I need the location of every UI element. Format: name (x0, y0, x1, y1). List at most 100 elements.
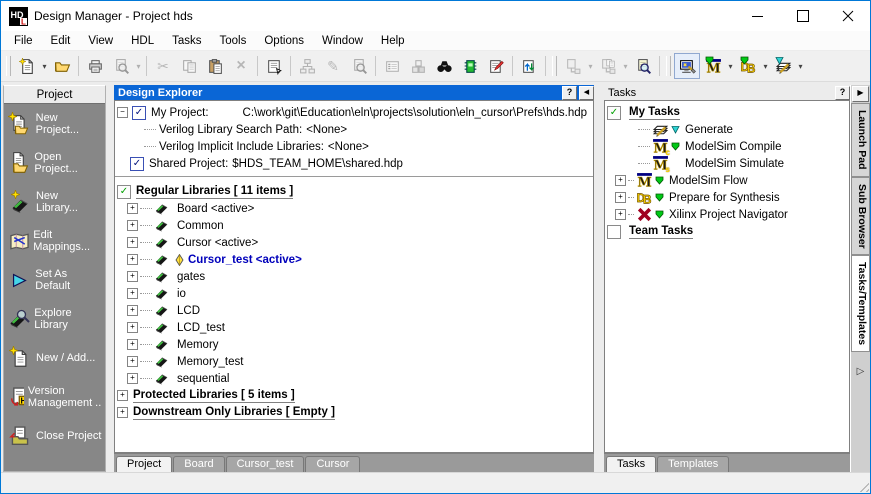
tree-row-library[interactable]: +Memory_test (117, 353, 591, 370)
toolbar-grip-3[interactable] (666, 56, 671, 76)
sidebar-item-new-project[interactable]: New Project... (4, 112, 105, 136)
print-preview-button[interactable] (108, 53, 134, 79)
sidebar-item-set-as-default[interactable]: Set As Default (4, 268, 105, 292)
tree-row-generate[interactable]: Generate (607, 121, 847, 138)
side-tab-tasks-templates[interactable]: Tasks/Templates (851, 255, 870, 352)
tree-row-library[interactable]: +Memory (117, 336, 591, 353)
details-list-button[interactable] (379, 53, 405, 79)
tree-row-library[interactable]: +LCD_test (117, 319, 591, 336)
menu-view[interactable]: View (79, 33, 122, 49)
tab-cursor[interactable]: Cursor (305, 456, 360, 472)
panel-splitter[interactable] (594, 85, 604, 472)
tasks-header[interactable]: Tasks ? (604, 85, 850, 100)
tree-row-prepare-synthesis[interactable]: + Prepare for Synthesis (607, 189, 847, 206)
copy-button[interactable] (176, 53, 202, 79)
sidebar-item-new-library[interactable]: New Library... (4, 190, 105, 214)
open-project-button[interactable] (49, 53, 75, 79)
my-project-checkbox[interactable]: ✓ (132, 106, 146, 120)
tree-row-library[interactable]: +Board <active> (117, 200, 591, 217)
toolbar-grip[interactable] (6, 56, 11, 76)
sidebar-item-edit-mappings[interactable]: Edit Mappings... (4, 229, 105, 253)
tree-row-my-project[interactable]: − ✓ My Project: C:\work\git\Education\el… (117, 104, 591, 121)
collapse-expander[interactable]: − (117, 107, 128, 118)
paste-button[interactable] (202, 53, 228, 79)
print-button[interactable] (82, 53, 108, 79)
blocks-button[interactable] (405, 53, 431, 79)
tree-row-library[interactable]: +sequential (117, 370, 591, 387)
close-button[interactable] (825, 1, 870, 31)
zoom-document-button[interactable] (346, 53, 372, 79)
menu-tasks[interactable]: Tasks (163, 33, 210, 49)
expander[interactable]: + (615, 209, 626, 220)
minimize-button[interactable] (735, 1, 780, 31)
menu-tools[interactable]: Tools (211, 33, 256, 49)
tab-cursor-test[interactable]: Cursor_test (226, 456, 305, 472)
tree-row-team-tasks[interactable]: Team Tasks (607, 223, 847, 240)
resize-grip[interactable] (856, 479, 869, 492)
side-tab-launch-pad[interactable]: Launch Pad (851, 103, 870, 177)
tree-row-shared-project[interactable]: ✓ Shared Project: $HDS_TEAM_HOME\shared.… (117, 155, 591, 172)
tree-row-library[interactable]: +Common (117, 217, 591, 234)
expander[interactable]: + (127, 305, 138, 316)
design-explorer-header[interactable]: Design Explorer ? ◀ (114, 85, 594, 100)
shared-project-checkbox[interactable]: ✓ (130, 157, 144, 171)
sidebar-header[interactable]: Project (4, 86, 105, 104)
tree-row-modelsim-flow[interactable]: + ModelSim Flow (607, 172, 847, 189)
tasks-caret[interactable]: ▾ (796, 62, 805, 71)
tasks-help-button[interactable]: ? (835, 86, 850, 100)
expander[interactable]: + (127, 322, 138, 333)
generate-hierarchy-button[interactable] (595, 53, 621, 79)
sidebar-item-version-management[interactable]: Version Management .. (4, 385, 105, 409)
expander[interactable]: + (615, 175, 626, 186)
find-button[interactable] (431, 53, 457, 79)
menu-file[interactable]: File (5, 33, 42, 49)
generate-caret-2[interactable]: ▾ (621, 62, 630, 71)
tab-tasks[interactable]: Tasks (606, 456, 656, 472)
refresh-document-button[interactable] (516, 53, 542, 79)
check-document-button[interactable] (483, 53, 509, 79)
tree-row-library-active[interactable]: +Cursor_test <active> (117, 251, 591, 268)
delete-button[interactable]: × (228, 53, 254, 79)
expander[interactable]: + (117, 407, 128, 418)
sidebar-item-new-add[interactable]: New / Add... (4, 346, 105, 370)
tab-templates[interactable]: Templates (657, 456, 729, 472)
menu-help[interactable]: Help (372, 33, 414, 49)
menu-edit[interactable]: Edit (42, 33, 80, 49)
expander[interactable]: + (127, 271, 138, 282)
menu-hdl[interactable]: HDL (122, 33, 163, 49)
expander[interactable]: + (127, 288, 138, 299)
tab-project[interactable]: Project (116, 456, 172, 472)
expander[interactable]: + (127, 356, 138, 367)
expander[interactable]: + (117, 390, 128, 401)
tree-row-library[interactable]: +LCD (117, 302, 591, 319)
generate-through-components-button[interactable] (560, 53, 586, 79)
tree-row-library[interactable]: +Cursor <active> (117, 234, 591, 251)
expander[interactable]: + (127, 203, 138, 214)
edit-pencil-button[interactable]: ✎ (320, 53, 346, 79)
tasks-button[interactable] (770, 53, 796, 79)
hierarchy-button[interactable] (294, 53, 320, 79)
launch-pad-button[interactable] (674, 53, 700, 79)
cut-button[interactable]: ✂ (150, 53, 176, 79)
explorer-help-button[interactable]: ? (562, 86, 577, 100)
expander[interactable]: + (615, 192, 626, 203)
menu-options[interactable]: Options (255, 33, 313, 49)
strip-expand-button[interactable]: ▶ (852, 86, 869, 102)
synthesis-button[interactable] (735, 53, 761, 79)
expander[interactable]: + (127, 220, 138, 231)
tree-row-verilog-include-libs[interactable]: Verilog Implicit Include Libraries: <Non… (117, 138, 591, 155)
tree-row-regular-libraries[interactable]: ✓ Regular Libraries [ 11 items ] (117, 183, 591, 200)
new-document-button[interactable] (14, 53, 40, 79)
side-arrow-icon[interactable]: ▷ (851, 366, 870, 377)
sidebar-item-close-project[interactable]: Close Project (4, 424, 105, 448)
expander[interactable]: + (127, 237, 138, 248)
expander[interactable]: + (127, 373, 138, 384)
modelsim-caret[interactable]: ▾ (726, 62, 735, 71)
modelsim-flow-button[interactable] (700, 53, 726, 79)
toolbar-grip-2[interactable] (552, 56, 557, 76)
explorer-collapse-button[interactable]: ◀ (579, 86, 594, 100)
tab-board[interactable]: Board (173, 456, 224, 472)
generate-caret-1[interactable]: ▾ (586, 62, 595, 71)
view-generated-button[interactable] (630, 53, 656, 79)
tree-row-my-tasks[interactable]: ✓ My Tasks (607, 104, 847, 121)
